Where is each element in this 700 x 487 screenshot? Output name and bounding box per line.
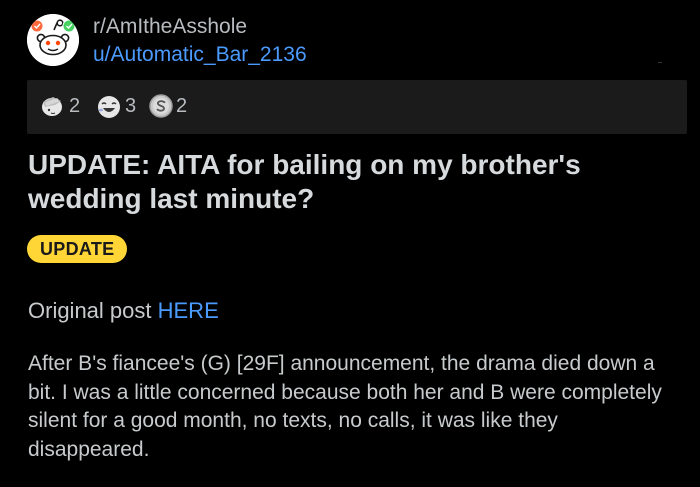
divider <box>658 62 662 63</box>
silver-award-icon <box>149 94 173 118</box>
original-post-line: Original post HERE <box>28 298 219 324</box>
post-title[interactable]: UPDATE: AITA for bailing on my brother's… <box>28 148 678 216</box>
post-body: After B's fiancee's (G) [29F] announceme… <box>28 352 662 461</box>
original-post-label: Original post <box>28 298 158 323</box>
post-flair[interactable]: UPDATE <box>27 235 128 263</box>
original-post-link[interactable]: HERE <box>158 298 219 323</box>
author-username[interactable]: u/Automatic_Bar_2136 <box>93 43 307 67</box>
facepalm-award-icon <box>42 97 62 116</box>
post-header: r/AmItheAsshole u/Automatic_Bar_2136 <box>27 14 687 70</box>
award-facepalm[interactable]: 2 <box>39 92 80 120</box>
award-count: 2 <box>69 94 81 117</box>
subreddit-avatar[interactable] <box>27 14 79 66</box>
subreddit-name[interactable]: r/AmItheAsshole <box>93 15 247 39</box>
award-laughing[interactable]: 3 <box>95 92 136 120</box>
laughing-award-icon <box>98 96 120 118</box>
award-count: 2 <box>176 94 188 117</box>
awards-bar: 2 3 2 <box>27 80 687 134</box>
award-silver[interactable]: 2 <box>148 92 187 120</box>
reddit-alien-icon <box>27 14 79 66</box>
award-count: 3 <box>125 94 137 117</box>
